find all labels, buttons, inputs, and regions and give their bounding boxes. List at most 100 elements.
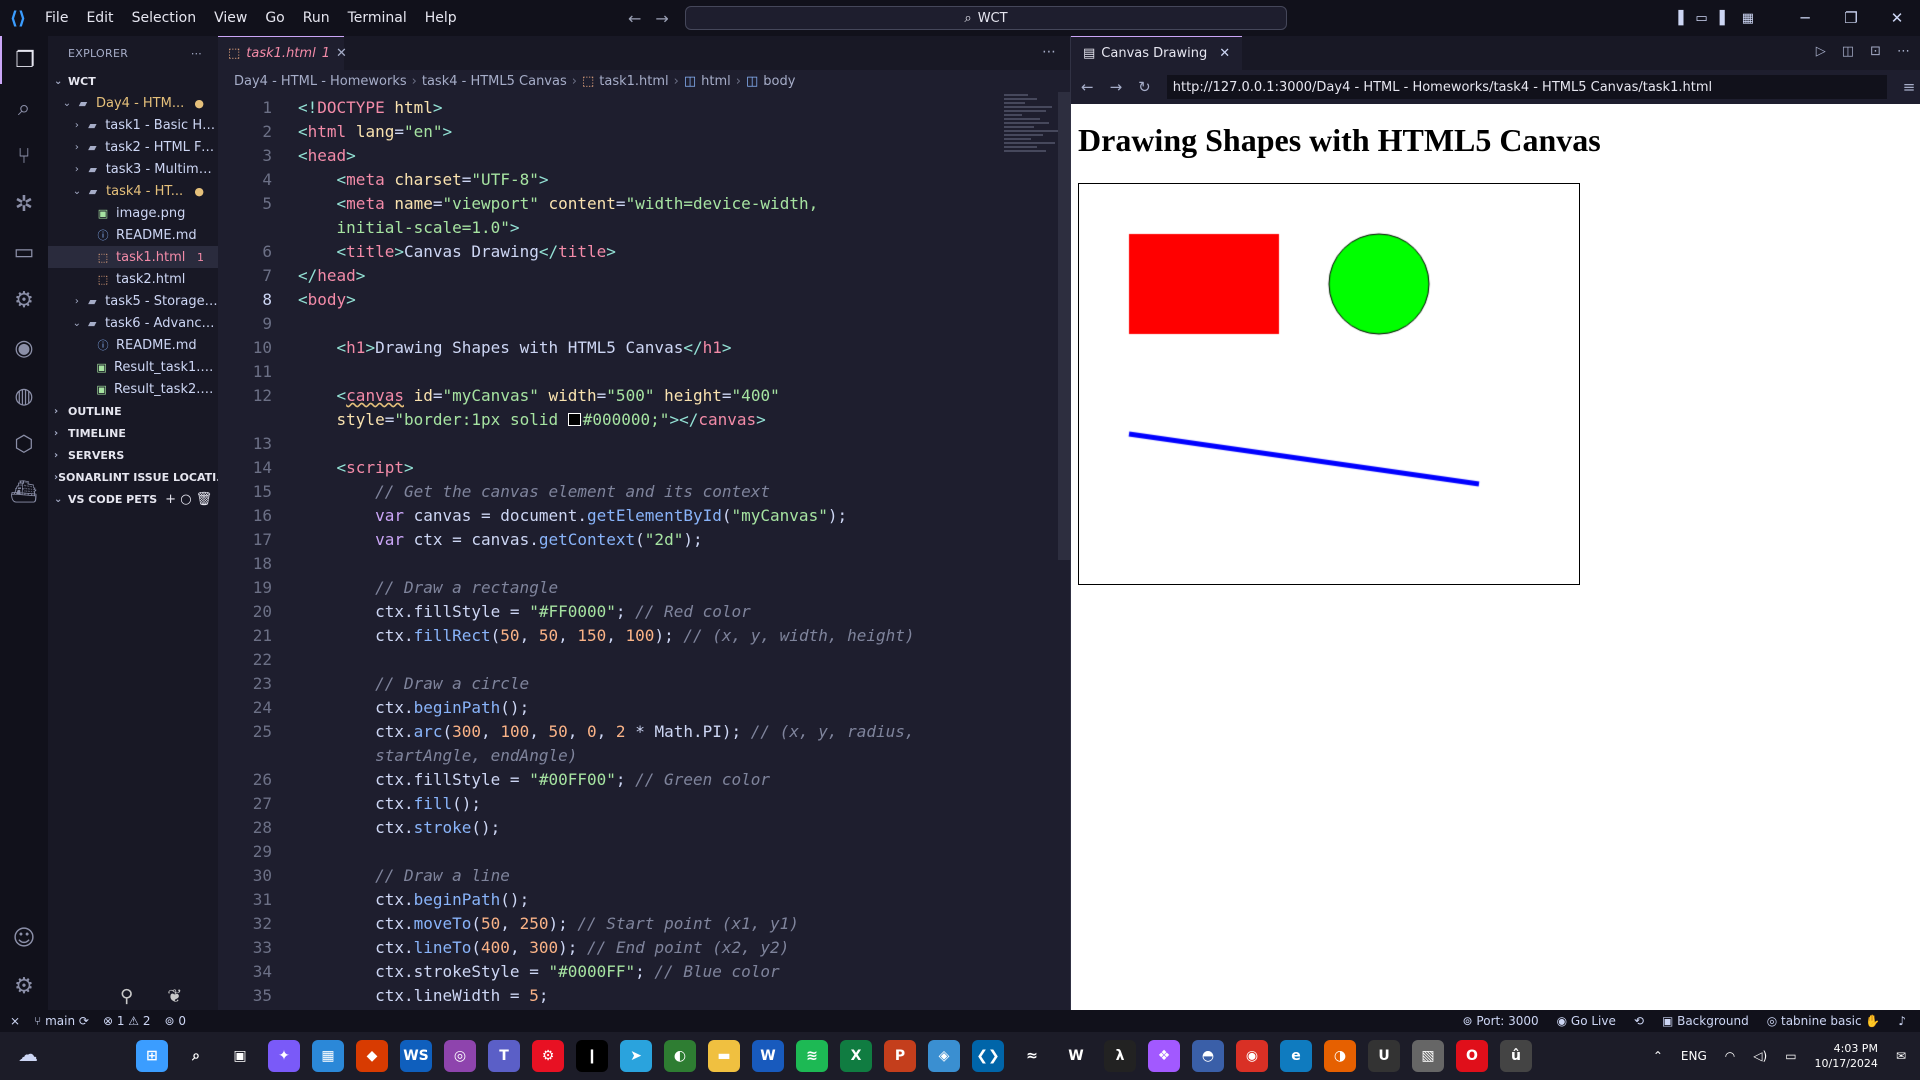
figma-icon[interactable]: ❖ bbox=[1148, 1040, 1180, 1072]
menu-terminal[interactable]: Terminal bbox=[339, 0, 416, 36]
close-tab-icon[interactable]: ✕ bbox=[336, 46, 347, 61]
w-app-icon[interactable]: W bbox=[1060, 1040, 1092, 1072]
weather-icon[interactable]: ☁ bbox=[18, 1042, 48, 1070]
more-actions-icon[interactable]: ⋯ bbox=[1897, 44, 1910, 59]
sidebar-section[interactable]: › SONARLINT ISSUE LOCATI... bbox=[48, 466, 218, 488]
tree-item[interactable]: ⬚ task1.html 1 bbox=[48, 246, 218, 268]
port-item[interactable]: ⊚ Port: 3000 bbox=[1463, 1014, 1539, 1028]
tree-item[interactable]: › ▰ task5 - Storage ... bbox=[48, 290, 218, 312]
extensions-icon[interactable]: ⚙ bbox=[0, 276, 48, 324]
lambda-app-icon[interactable]: λ bbox=[1104, 1040, 1136, 1072]
editor-more-actions-icon[interactable]: ⋯ bbox=[1042, 44, 1056, 60]
docker-icon[interactable]: ⛴ bbox=[0, 468, 48, 516]
edge-devtools-icon[interactable]: ◉ bbox=[0, 324, 48, 372]
ssms-icon[interactable]: ◓ bbox=[1192, 1040, 1224, 1072]
chevron-up-icon[interactable]: ⌃ bbox=[1653, 1049, 1663, 1063]
tabnine-item[interactable]: ◎ tabnine basic ✋ bbox=[1767, 1014, 1881, 1028]
containers-icon[interactable]: ⬡ bbox=[0, 420, 48, 468]
branch-item[interactable]: ⑂ main ⟳ bbox=[34, 1014, 89, 1028]
gear-app-icon[interactable]: ⚙ bbox=[532, 1040, 564, 1072]
copilot-icon[interactable]: ✦ bbox=[268, 1040, 300, 1072]
menu-edit[interactable]: Edit bbox=[77, 0, 122, 36]
back-arrow-icon[interactable]: ← bbox=[1081, 78, 1094, 96]
more-actions-icon[interactable]: ⋯ bbox=[191, 47, 202, 60]
office-icon[interactable]: ◆ bbox=[356, 1040, 388, 1072]
photo-app-icon[interactable]: ▧ bbox=[1412, 1040, 1444, 1072]
search-view-icon[interactable]: ⌕ bbox=[0, 84, 48, 132]
podcast-icon[interactable]: ◎ bbox=[444, 1040, 476, 1072]
teams-icon[interactable]: T bbox=[488, 1040, 520, 1072]
task-view-icon[interactable]: ▣ bbox=[224, 1040, 256, 1072]
tab-canvas-drawing[interactable]: ▤ Canvas Drawing ✕ bbox=[1071, 36, 1243, 70]
notification-bell-icon[interactable]: ✉ bbox=[1896, 1049, 1906, 1063]
live-share-icon[interactable]: ◍ bbox=[0, 372, 48, 420]
store-icon[interactable]: ▦ bbox=[312, 1040, 344, 1072]
dna-app-icon[interactable]: ≈ bbox=[1016, 1040, 1048, 1072]
command-center[interactable]: ⌕ WCT bbox=[685, 6, 1287, 30]
editor-scrollbar[interactable] bbox=[1058, 92, 1070, 560]
menu-view[interactable]: View bbox=[205, 0, 256, 36]
pets-actions[interactable]: + ○ 🗑 bbox=[165, 492, 212, 507]
breadcrumb-item[interactable]: task4 - HTML5 Canvas bbox=[422, 74, 567, 89]
tree-item[interactable]: ⌄ ▰ task4 - HT... ● bbox=[48, 180, 218, 202]
webstorm-icon[interactable]: WS bbox=[400, 1040, 432, 1072]
tree-item[interactable]: ⌄ ▰ task6 - Advance... bbox=[48, 312, 218, 334]
network-app-icon[interactable]: ◈ bbox=[928, 1040, 960, 1072]
menu-file[interactable]: File bbox=[36, 0, 77, 36]
lock-icon[interactable]: ⊡ bbox=[1870, 44, 1881, 59]
tree-item[interactable]: ⓘ README.md bbox=[48, 334, 218, 356]
close-icon[interactable]: ✕ bbox=[1874, 9, 1920, 27]
word-icon[interactable]: W bbox=[752, 1040, 784, 1072]
toggle-sidebar-icon[interactable]: ▐ bbox=[1673, 11, 1683, 26]
minimize-icon[interactable]: ─ bbox=[1782, 9, 1828, 27]
menu-help[interactable]: Help bbox=[416, 0, 466, 36]
notifications-icon[interactable]: ♪ bbox=[1898, 1014, 1906, 1028]
wifi-icon[interactable]: ◠ bbox=[1725, 1049, 1735, 1063]
url-input[interactable]: http://127.0.0.1:3000/Day4 - HTML - Home… bbox=[1166, 75, 1887, 99]
minimap[interactable] bbox=[1004, 92, 1064, 192]
menu-run[interactable]: Run bbox=[294, 0, 339, 36]
start-icon[interactable]: ⊞ bbox=[136, 1040, 168, 1072]
excel-icon[interactable]: X bbox=[840, 1040, 872, 1072]
sidebar-section[interactable]: › OUTLINE bbox=[48, 400, 218, 422]
opera-icon[interactable]: O bbox=[1456, 1040, 1488, 1072]
split-editor-icon[interactable]: ◫ bbox=[1842, 44, 1854, 59]
volume-icon[interactable]: ◁) bbox=[1753, 1049, 1767, 1063]
forward-arrow-icon[interactable]: → bbox=[1110, 78, 1123, 96]
toggle-panel-icon[interactable]: ▭ bbox=[1695, 11, 1707, 26]
tab-task1-html[interactable]: ⬚ task1.html 1 ✕ bbox=[218, 36, 347, 70]
breadcrumb-item[interactable]: task1.html bbox=[599, 74, 668, 89]
telegram-icon[interactable]: ➤ bbox=[620, 1040, 652, 1072]
explorer-icon[interactable]: ▬ bbox=[708, 1040, 740, 1072]
menu-selection[interactable]: Selection bbox=[123, 0, 206, 36]
intellij-icon[interactable]: ❙ bbox=[576, 1040, 608, 1072]
edge-icon[interactable]: e bbox=[1280, 1040, 1312, 1072]
tree-item[interactable]: ▣ Result_task2.png bbox=[48, 378, 218, 400]
accounts-icon[interactable]: ☺ bbox=[0, 914, 48, 962]
run-icon[interactable]: ▷ bbox=[1816, 44, 1826, 59]
ports-item[interactable]: ⊚ 0 bbox=[164, 1014, 186, 1028]
unigram-icon[interactable]: û bbox=[1500, 1040, 1532, 1072]
spotify-icon[interactable]: ≋ bbox=[796, 1040, 828, 1072]
search-icon[interactable]: ⌕ bbox=[180, 1040, 212, 1072]
reload-icon[interactable]: ↻ bbox=[1138, 78, 1151, 96]
code-area[interactable]: 1 <!DOCTYPE html> 2 <html lang="en"> 3 <head>… bbox=[218, 94, 1058, 1010]
tree-item[interactable]: › ▰ task2 - HTML Fo... bbox=[48, 136, 218, 158]
run-debug-icon[interactable]: ✲ bbox=[0, 180, 48, 228]
sidebar-section[interactable]: ⌄ VS CODE PETS + ○ 🗑 bbox=[48, 488, 218, 510]
customize-layout-icon[interactable]: ▦ bbox=[1742, 11, 1754, 26]
pet-cat-icon[interactable]: ❦ bbox=[167, 986, 182, 1007]
tree-item[interactable]: ▣ Result_task1.png bbox=[48, 356, 218, 378]
remote-explorer-icon[interactable]: ▭ bbox=[0, 228, 48, 276]
workspace-section[interactable]: ⌄ WCT bbox=[48, 70, 218, 92]
toggle-secondary-sidebar-icon[interactable]: ▌ bbox=[1720, 11, 1730, 26]
problems-item[interactable]: ⊗ 1 ⚠ 2 bbox=[103, 1014, 151, 1028]
back-arrow-icon[interactable]: ← bbox=[628, 9, 641, 28]
tree-item[interactable]: ⌄ ▰ Day4 - HTM... ● bbox=[48, 92, 218, 114]
menu-go[interactable]: Go bbox=[256, 0, 293, 36]
powerpoint-icon[interactable]: P bbox=[884, 1040, 916, 1072]
tree-item[interactable]: ⓘ README.md bbox=[48, 224, 218, 246]
remote-icon[interactable]: ⨯ bbox=[10, 1014, 20, 1028]
breadcrumb-item[interactable]: html bbox=[701, 74, 731, 89]
breadcrumb-item[interactable]: body bbox=[763, 74, 795, 89]
